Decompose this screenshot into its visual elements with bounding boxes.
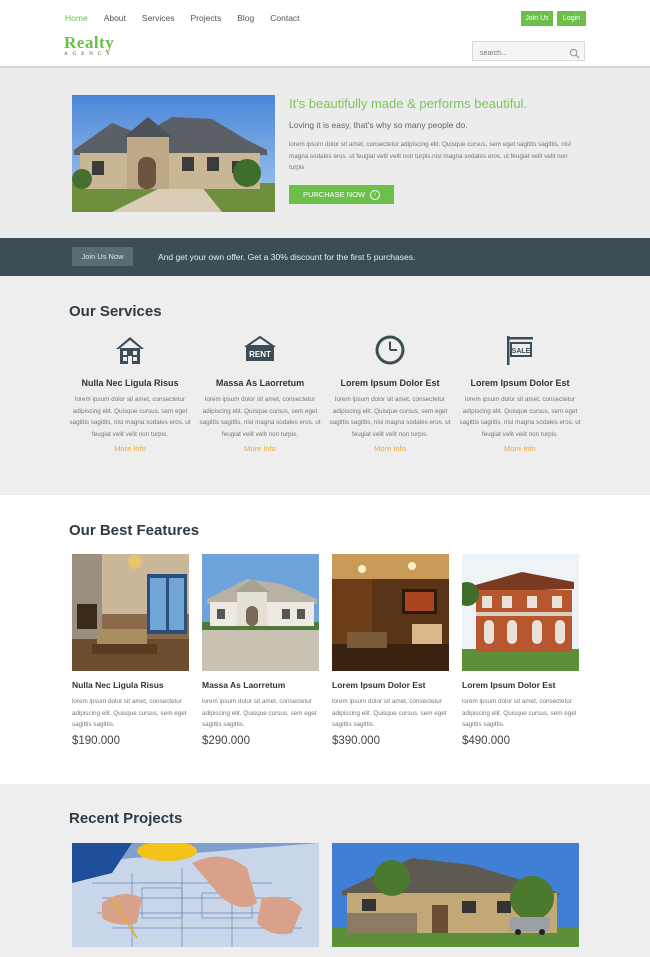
purchase-now-button[interactable]: PURCHASE NOW › bbox=[289, 185, 394, 204]
arrow-right-icon: › bbox=[370, 189, 381, 200]
clock-icon bbox=[325, 334, 455, 366]
service-title: Lorem Ipsum Dolor Est bbox=[340, 378, 440, 388]
service-title: Lorem Ipsum Dolor Est bbox=[470, 378, 570, 388]
sale-sign-icon: SALE bbox=[455, 334, 585, 366]
feature-price: $290.000 bbox=[202, 734, 250, 747]
feature-price: $190.000 bbox=[72, 734, 120, 747]
service-text: lorem ipsum dolor sit amet, consectetur … bbox=[199, 396, 321, 438]
offer-bar: Join Us Now And get your own offer. Get … bbox=[0, 238, 650, 276]
offer-text: And get your own offer. Get a 30% discou… bbox=[158, 252, 416, 262]
house-icon bbox=[65, 334, 195, 366]
recent-projects-title: Recent Projects bbox=[69, 810, 183, 827]
join-us-now-button[interactable]: Join Us Now bbox=[72, 247, 133, 266]
feature-image-living-room bbox=[72, 554, 189, 671]
feature-title: Lorem Ipsum Dolor Est bbox=[332, 680, 426, 690]
site-logo[interactable]: Realty AGENCY bbox=[64, 33, 115, 57]
site-header: Home About Services Projects Blog Contac… bbox=[0, 0, 650, 68]
more-info-link[interactable]: More Info bbox=[455, 444, 585, 453]
service-text: lorem ipsum dolor sit amet, consectetur … bbox=[459, 396, 581, 438]
service-text: lorem ipsum dolor sit amet, consectetur … bbox=[329, 396, 451, 438]
feature-text: lorem ipsum dolor sit amet, consectetur … bbox=[462, 698, 577, 728]
logo-main-text: Realty bbox=[64, 33, 115, 52]
service-item: RENT Massa As Laorretum lorem ipsum dolo… bbox=[195, 334, 325, 453]
main-nav: Home About Services Projects Blog Contac… bbox=[65, 13, 316, 23]
sale-sign-text: SALE bbox=[512, 348, 531, 355]
nav-projects[interactable]: Projects bbox=[191, 13, 222, 23]
hero-title: It's beautifully made & performs beautif… bbox=[289, 96, 528, 111]
feature-card[interactable]: Nulla Nec Ligula Risus lorem ipsum dolor… bbox=[72, 554, 189, 747]
recent-projects-section: Recent Projects bbox=[0, 784, 650, 957]
services-section: Our Services Nulla Nec Ligula Risus lore… bbox=[0, 276, 650, 495]
features-section: Our Best Features Nulla Nec Ligula Risus… bbox=[0, 495, 650, 784]
hero-house-image bbox=[72, 95, 275, 212]
nav-about[interactable]: About bbox=[104, 13, 126, 23]
feature-card[interactable]: Massa As Laorretum lorem ipsum dolor sit… bbox=[202, 554, 319, 747]
feature-image-white-house bbox=[202, 554, 319, 671]
nav-blog[interactable]: Blog bbox=[237, 13, 254, 23]
logo-sub-text: AGENCY bbox=[64, 52, 115, 57]
project-image-blueprint[interactable] bbox=[72, 843, 319, 947]
feature-card[interactable]: Lorem Ipsum Dolor Est lorem ipsum dolor … bbox=[462, 554, 579, 747]
feature-text: lorem ipsum dolor sit amet, consectetur … bbox=[332, 698, 447, 728]
service-item: SALE Lorem Ipsum Dolor Est lorem ipsum d… bbox=[455, 334, 585, 453]
login-button[interactable]: Login bbox=[557, 11, 586, 26]
feature-text: lorem ipsum dolor sit amet, consectetur … bbox=[72, 698, 187, 728]
feature-image-dark-living-room bbox=[332, 554, 449, 671]
services-title: Our Services bbox=[69, 303, 162, 320]
feature-image-red-house bbox=[462, 554, 579, 671]
feature-title: Lorem Ipsum Dolor Est bbox=[462, 680, 556, 690]
more-info-link[interactable]: More Info bbox=[65, 444, 195, 453]
feature-title: Nulla Nec Ligula Risus bbox=[72, 680, 164, 690]
search-input[interactable] bbox=[473, 44, 563, 63]
more-info-link[interactable]: More Info bbox=[195, 444, 325, 453]
purchase-now-label: PURCHASE NOW bbox=[302, 190, 366, 199]
more-info-link[interactable]: More Info bbox=[325, 444, 455, 453]
rent-sign-text: RENT bbox=[249, 350, 271, 359]
feature-card[interactable]: Lorem Ipsum Dolor Est lorem ipsum dolor … bbox=[332, 554, 449, 747]
hero-text: lorem ipsum dolor sit amet, consectetur … bbox=[289, 141, 571, 171]
service-text: lorem ipsum dolor sit amet, consectetur … bbox=[69, 396, 191, 438]
service-title: Nulla Nec Ligula Risus bbox=[81, 378, 179, 388]
project-image-suburban-house[interactable] bbox=[332, 843, 579, 947]
feature-price: $390.000 bbox=[332, 734, 380, 747]
nav-contact[interactable]: Contact bbox=[270, 13, 299, 23]
rent-sign-icon: RENT bbox=[195, 334, 325, 366]
feature-text: lorem ipsum dolor sit amet, consectetur … bbox=[202, 698, 317, 728]
feature-title: Massa As Laorretum bbox=[202, 680, 286, 690]
hero-subtitle: Loving it is easy, that's why so many pe… bbox=[289, 120, 468, 130]
nav-services[interactable]: Services bbox=[142, 13, 175, 23]
feature-price: $490.000 bbox=[462, 734, 510, 747]
join-us-button[interactable]: Join Us bbox=[521, 11, 553, 26]
search-icon[interactable] bbox=[569, 46, 580, 64]
search-box bbox=[472, 41, 585, 64]
nav-home[interactable]: Home bbox=[65, 13, 88, 23]
service-title: Massa As Laorretum bbox=[215, 378, 305, 388]
features-title: Our Best Features bbox=[69, 522, 200, 539]
service-item: Nulla Nec Ligula Risus lorem ipsum dolor… bbox=[65, 334, 195, 453]
service-item: Lorem Ipsum Dolor Est lorem ipsum dolor … bbox=[325, 334, 455, 453]
hero-section: It's beautifully made & performs beautif… bbox=[0, 68, 650, 238]
